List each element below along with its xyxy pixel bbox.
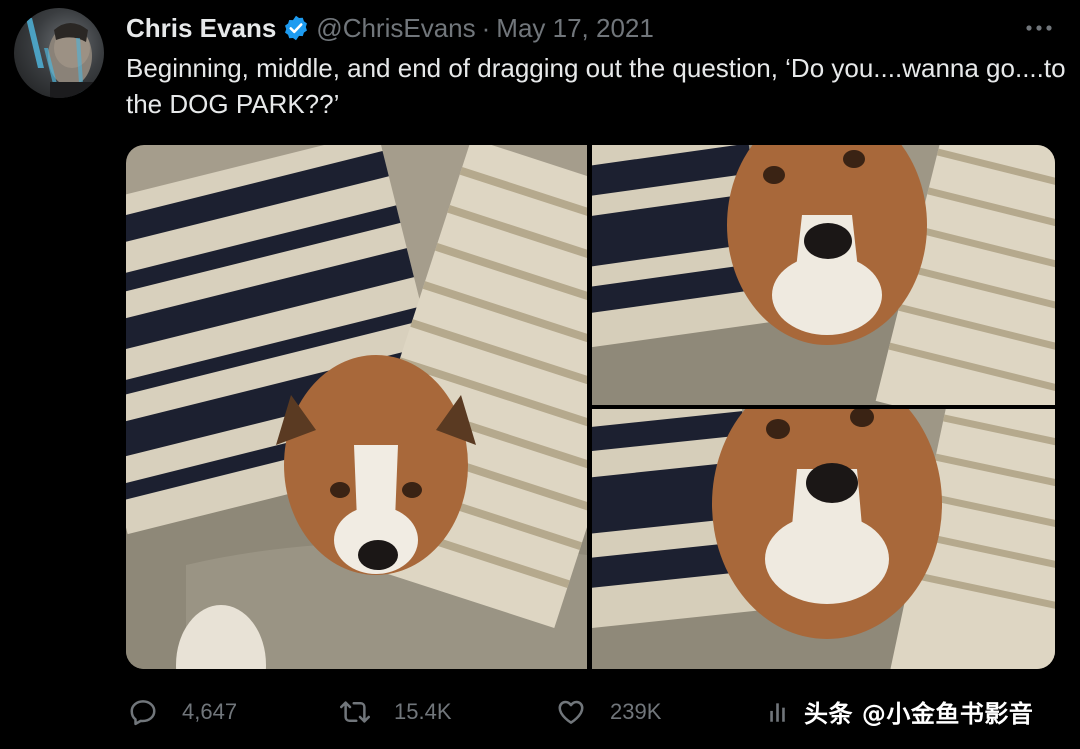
retweet-button[interactable]: 15.4K	[340, 690, 452, 734]
like-count: 239K	[610, 699, 662, 724]
like-button[interactable]: 239K	[556, 690, 661, 734]
bar-chart-icon	[770, 703, 785, 722]
heart-icon	[558, 700, 584, 724]
tweet-header: Chris Evans @ChrisEvans · May 17, 2021	[126, 12, 654, 44]
retweet-icon	[340, 701, 370, 723]
watermark-text: 头条 @小金鱼书影音	[804, 700, 1034, 728]
more-icon[interactable]	[1024, 18, 1054, 38]
verified-badge-icon	[282, 14, 310, 42]
tweet-photo-3[interactable]	[592, 409, 1055, 669]
reply-button[interactable]: 4,647	[128, 690, 237, 734]
author-name[interactable]: Chris Evans	[126, 13, 276, 44]
media-grid	[126, 145, 1055, 669]
author-avatar[interactable]	[14, 8, 104, 98]
tweet-photo-2[interactable]	[592, 145, 1055, 405]
tweet-photo-1[interactable]	[126, 145, 587, 669]
reply-icon	[130, 700, 156, 726]
author-handle[interactable]: @ChrisEvans	[316, 13, 475, 44]
views-button[interactable]	[767, 690, 801, 734]
tweet-date[interactable]: May 17, 2021	[496, 13, 654, 44]
tweet-action-bar: 4,647 15.4K 239K 头条 @小金鱼书影音	[126, 690, 1066, 734]
reply-count: 4,647	[182, 699, 238, 724]
tweet-text: Beginning, middle, and end of dragging o…	[126, 53, 1066, 119]
separator-dot: ·	[481, 12, 491, 43]
retweet-count: 15.4K	[394, 699, 452, 724]
